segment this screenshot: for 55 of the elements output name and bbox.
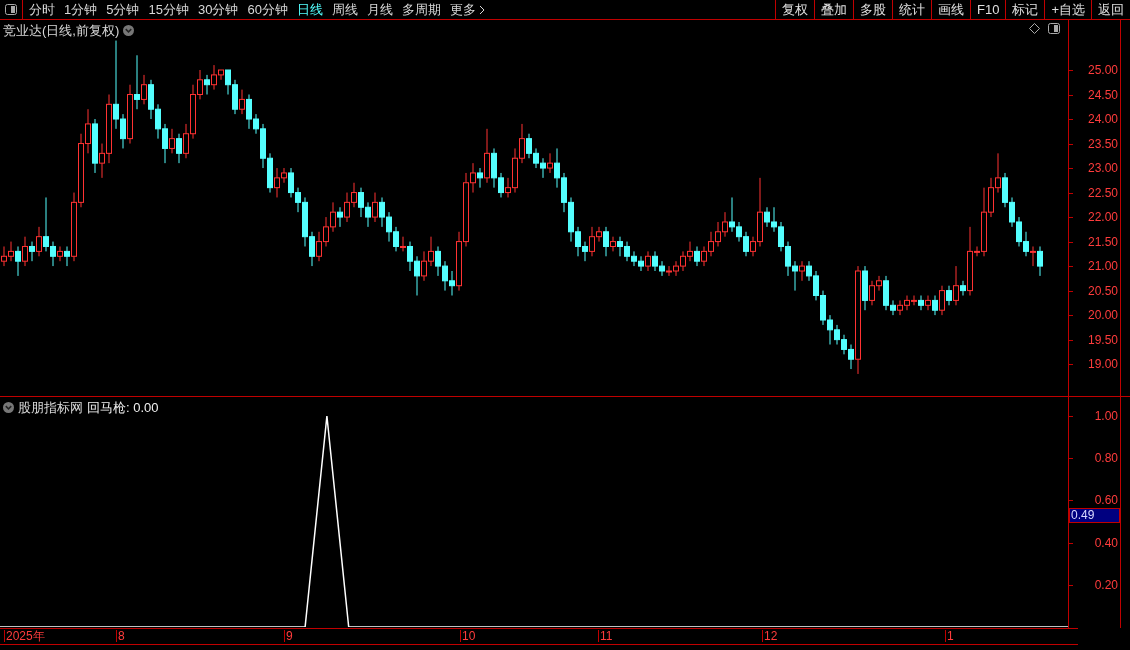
indicator-axis-label: 0.40 bbox=[1094, 536, 1118, 549]
indicator-reading: 回马枪: 0.00 bbox=[87, 399, 159, 417]
cursor-value-label: 0.49 bbox=[1069, 508, 1120, 523]
period-tab[interactable]: 5分钟 bbox=[106, 0, 140, 20]
period-tab[interactable]: 周线 bbox=[331, 0, 358, 20]
price-axis-label: 19.00 bbox=[1087, 358, 1118, 371]
period-tab[interactable]: 月线 bbox=[366, 0, 393, 20]
toolbar-button[interactable]: 多股 bbox=[853, 0, 892, 19]
toolbar-button[interactable]: 复权 bbox=[775, 0, 814, 19]
price-axis-label: 20.50 bbox=[1087, 284, 1118, 297]
toolbar-button[interactable]: +自选 bbox=[1044, 0, 1091, 19]
toolbar-button[interactable]: 标记 bbox=[1005, 0, 1045, 19]
more-button[interactable]: 更多 bbox=[449, 0, 485, 20]
price-axis-label: 21.00 bbox=[1087, 260, 1118, 273]
indicator-source: 股朋指标网 bbox=[18, 399, 83, 417]
period-tab[interactable]: 1分钟 bbox=[64, 0, 98, 20]
dropdown-icon bbox=[123, 25, 135, 37]
time-axis-label: 8 bbox=[116, 630, 125, 642]
price-axis-label: 22.00 bbox=[1087, 211, 1118, 224]
dropdown-icon bbox=[3, 402, 14, 414]
time-axis-label: 9 bbox=[284, 630, 293, 642]
chevron-right-icon bbox=[478, 4, 485, 15]
period-tab[interactable]: 分时 bbox=[29, 0, 55, 20]
period-tab[interactable]: 30分钟 bbox=[197, 0, 239, 20]
time-axis-label: 10 bbox=[460, 630, 476, 642]
diamond-icon[interactable] bbox=[1029, 23, 1040, 34]
price-axis-label: 20.00 bbox=[1087, 309, 1118, 322]
time-axis-label: 11 bbox=[598, 630, 613, 642]
price-axis-label: 24.00 bbox=[1087, 113, 1118, 125]
time-axis-label: 2025年 bbox=[4, 630, 45, 642]
time-axis-label: 12 bbox=[762, 630, 778, 642]
price-axis-label: 23.00 bbox=[1087, 162, 1118, 175]
indicator-axis-label: 1.00 bbox=[1094, 410, 1118, 422]
period-tab[interactable]: 15分钟 bbox=[148, 0, 189, 20]
period-tab[interactable]: 60分钟 bbox=[247, 0, 288, 20]
toolbar-button[interactable]: 画线 bbox=[931, 0, 970, 19]
price-axis-label: 22.50 bbox=[1087, 186, 1118, 199]
price-axis-label: 23.50 bbox=[1087, 137, 1118, 150]
price-axis-label: 21.50 bbox=[1087, 235, 1118, 248]
price-axis-label: 24.50 bbox=[1087, 88, 1118, 101]
period-tab[interactable]: 日线 bbox=[296, 0, 323, 20]
price-axis-label: 25.00 bbox=[1087, 64, 1118, 76]
toolbar-button[interactable]: F10 bbox=[970, 0, 1006, 19]
indicator-axis-label: 0.20 bbox=[1094, 578, 1118, 591]
toolbar-button[interactable]: 返回 bbox=[1091, 0, 1130, 19]
panel-toggle-icon[interactable] bbox=[5, 4, 17, 15]
time-axis-label: 1 bbox=[945, 630, 954, 642]
toolbar-button[interactable]: 叠加 bbox=[814, 0, 853, 19]
toolbar-button[interactable]: 统计 bbox=[892, 0, 931, 19]
period-tab[interactable]: 多周期 bbox=[401, 0, 441, 20]
chart-title: 竞业达(日线,前复权) bbox=[3, 22, 120, 40]
indicator-axis-label: 0.60 bbox=[1094, 494, 1118, 507]
price-axis-label: 19.50 bbox=[1087, 333, 1118, 346]
panel-toggle-icon[interactable] bbox=[1048, 23, 1060, 34]
indicator-axis-label: 0.80 bbox=[1094, 452, 1118, 465]
